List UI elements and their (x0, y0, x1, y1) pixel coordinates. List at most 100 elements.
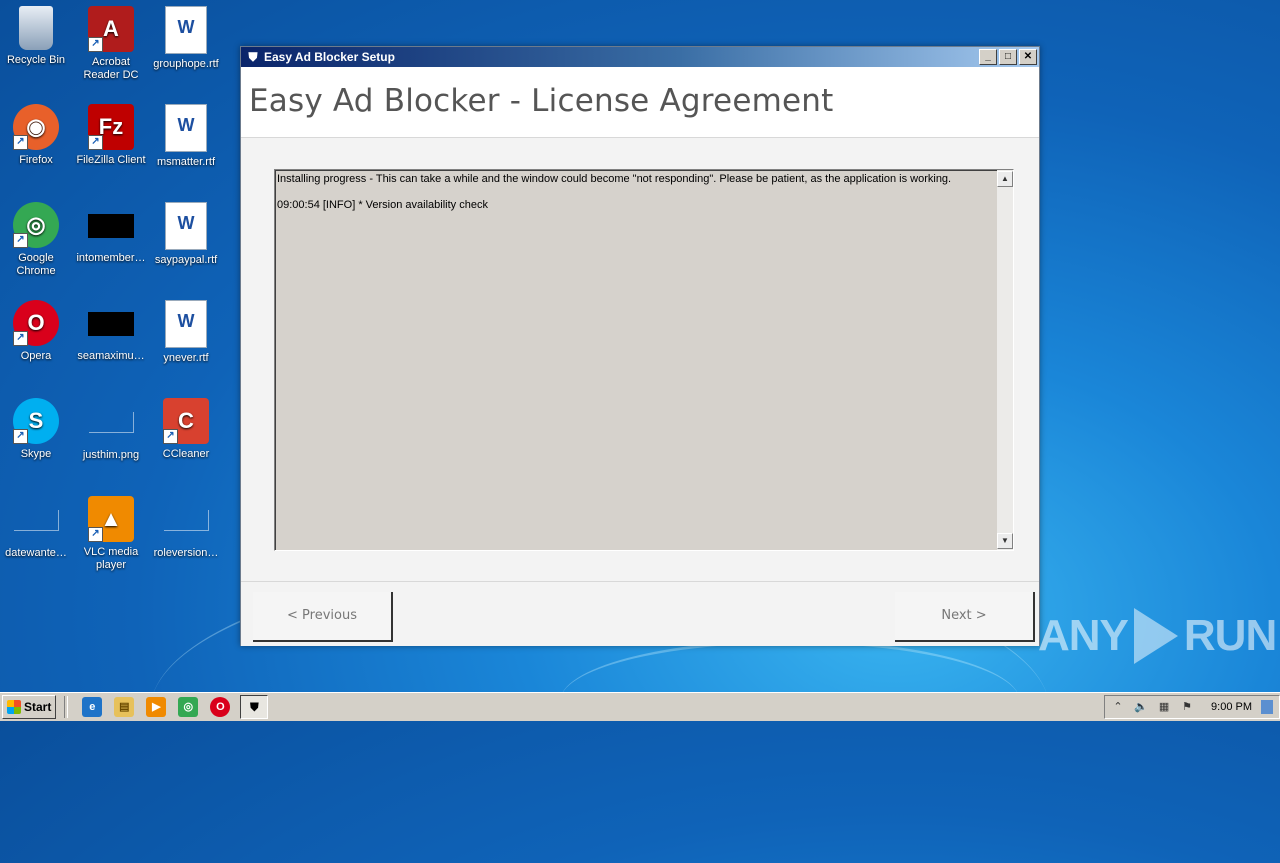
desktop-icon[interactable]: ◉ ↗ Firefox (0, 104, 74, 167)
desktop-icon[interactable]: Wynever.rtf (148, 300, 224, 365)
minimize-button[interactable]: _ (979, 49, 997, 65)
desktop-icon-label: Acrobat Reader DC (83, 56, 139, 81)
desktop-icon-label: saypaypal.rtf (154, 254, 218, 266)
taskbar-setup-window[interactable]: ⛊ (240, 695, 269, 719)
clock[interactable]: 9:00 PM (1211, 701, 1252, 713)
desktop-icon-label: Recycle Bin (6, 54, 66, 66)
acrobat-icon: A ↗ (88, 6, 134, 52)
shortcut-arrow-icon: ↗ (163, 429, 178, 444)
volume-icon[interactable]: 🔈 (1134, 700, 1148, 714)
desktop-icon-label: seamaximu… (77, 350, 145, 362)
desktop-icon[interactable]: ▲ ↗ VLC media player (73, 496, 149, 572)
install-log[interactable]: Installing progress - This can take a wh… (274, 169, 1014, 551)
next-button[interactable]: Next > (895, 592, 1035, 642)
skype-icon: S ↗ (13, 398, 59, 444)
desktop-icon[interactable]: Wmsmatter.rtf (148, 104, 224, 169)
desktop-icon-label: datewante… (5, 547, 67, 559)
shield-icon: ⛊ (248, 50, 258, 64)
log-text: Installing progress - This can take a wh… (277, 173, 993, 225)
system-tray: ⌃ 🔈 ▦ ⚑ 9:00 PM (1104, 695, 1280, 719)
start-button[interactable]: Start (2, 695, 57, 719)
firefox-icon: ◉ ↗ (13, 104, 59, 150)
word-doc-icon: W (165, 6, 207, 54)
scroll-down-icon[interactable]: ▼ (997, 533, 1013, 549)
vlc-icon: ▲ ↗ (88, 496, 134, 542)
desktop-icon-label: ynever.rtf (163, 352, 209, 364)
shortcut-arrow-icon: ↗ (13, 233, 28, 248)
recycle-bin-icon (19, 6, 53, 50)
file-explorer-icon[interactable]: ▤ (114, 697, 135, 717)
chrome-icon: ◎ ↗ (13, 202, 59, 248)
desktop-icon[interactable]: Wsaypaypal.rtf (148, 202, 224, 267)
desktop-icon-label: roleversion… (153, 547, 219, 559)
desktop-icon[interactable]: Recycle Bin (0, 6, 74, 67)
desktop-icon-label: Google Chrome (16, 252, 56, 277)
action-center-flag-icon[interactable]: ⚑ (1180, 700, 1194, 714)
shortcut-arrow-icon: ↗ (13, 429, 28, 444)
setup-window: ⛊ Easy Ad Blocker Setup _ □ ✕ Easy Ad Bl… (240, 46, 1040, 646)
windows-logo-icon (7, 700, 21, 714)
image-file-icon (88, 412, 134, 433)
watermark-right: RUN (1183, 611, 1277, 660)
page-title: Easy Ad Blocker - License Agreement (249, 83, 834, 119)
desktop-icon[interactable]: ◎ ↗ Google Chrome (0, 202, 74, 278)
word-doc-icon: W (165, 202, 207, 250)
desktop-icon-label: Opera (20, 350, 52, 362)
watermark-left: ANY (1038, 611, 1129, 660)
desktop-icon[interactable]: intomember… (73, 202, 149, 265)
desktop-icon-label: intomember… (76, 252, 146, 264)
opera-icon: O ↗ (13, 300, 59, 346)
desktop-icon-label: Firefox (19, 154, 53, 166)
internet-explorer-icon[interactable]: e (82, 697, 103, 717)
image-file-icon (13, 510, 59, 531)
start-label: Start (24, 700, 52, 714)
scroll-up-icon[interactable]: ▲ (997, 171, 1013, 187)
desktop-icon-label: grouphope.rtf (153, 58, 219, 70)
show-hidden-icons-icon[interactable]: ⌃ (1111, 700, 1125, 714)
show-desktop-icon[interactable] (1261, 700, 1273, 714)
log-line: Installing progress - This can take a wh… (277, 173, 952, 185)
desktop-icon[interactable]: A ↗ Acrobat Reader DC (73, 6, 149, 82)
maximize-button[interactable]: □ (999, 49, 1017, 65)
desktop-icon[interactable]: roleversion… (148, 496, 224, 560)
play-icon (1133, 608, 1178, 664)
window-titlebar[interactable]: ⛊ Easy Ad Blocker Setup _ □ ✕ (241, 47, 1039, 67)
taskbar: Start e ▤ ▶ ◎ O ⛊ ⌃ 🔈 ▦ ⚑ 9:00 PM (0, 692, 1280, 721)
black-file-icon (88, 312, 134, 336)
close-button[interactable]: ✕ (1019, 49, 1037, 65)
shortcut-arrow-icon: ↗ (13, 135, 28, 150)
desktop-icon-label: VLC media player (83, 546, 139, 571)
previous-button[interactable]: < Previous (253, 592, 393, 642)
word-doc-icon: W (165, 104, 207, 152)
shortcut-arrow-icon: ↗ (88, 527, 103, 542)
window-title: Easy Ad Blocker Setup (264, 50, 395, 64)
desktop-icon-label: msmatter.rtf (156, 156, 216, 168)
network-icon[interactable]: ▦ (1157, 700, 1171, 714)
desktop-icon-label: FileZilla Client (76, 154, 146, 166)
desktop-icon[interactable]: seamaximu… (73, 300, 149, 363)
desktop-icon[interactable]: Wgrouphope.rtf (148, 6, 224, 71)
shortcut-arrow-icon: ↗ (88, 135, 103, 150)
media-player-icon[interactable]: ▶ (146, 697, 167, 717)
desktop-icon[interactable]: datewante… (0, 496, 74, 560)
taskbar-separator (64, 696, 69, 718)
desktop-icon[interactable]: C ↗ CCleaner (148, 398, 224, 461)
vertical-scrollbar[interactable]: ▲ ▼ (997, 170, 1013, 550)
window-header: Easy Ad Blocker - License Agreement (241, 67, 1039, 138)
filezilla-icon: Fz ↗ (88, 104, 134, 150)
image-file-icon (163, 510, 209, 531)
window-footer: < Previous Next > (241, 581, 1039, 646)
desktop-icon[interactable]: S ↗ Skype (0, 398, 74, 461)
shield-icon: ⛊ (249, 700, 259, 714)
ccleaner-icon: C ↗ (163, 398, 209, 444)
desktop-icon[interactable]: justhim.png (73, 398, 149, 462)
shortcut-arrow-icon: ↗ (13, 331, 28, 346)
opera-icon[interactable]: O (210, 697, 231, 717)
desktop-icon[interactable]: Fz ↗ FileZilla Client (73, 104, 149, 167)
desktop-icon[interactable]: O ↗ Opera (0, 300, 74, 363)
desktop-icon-label: justhim.png (82, 449, 140, 461)
black-file-icon (88, 214, 134, 238)
chrome-icon[interactable]: ◎ (178, 697, 199, 717)
watermark: ANY RUN (1038, 608, 1277, 664)
desktop-icon-label: Skype (20, 448, 52, 460)
